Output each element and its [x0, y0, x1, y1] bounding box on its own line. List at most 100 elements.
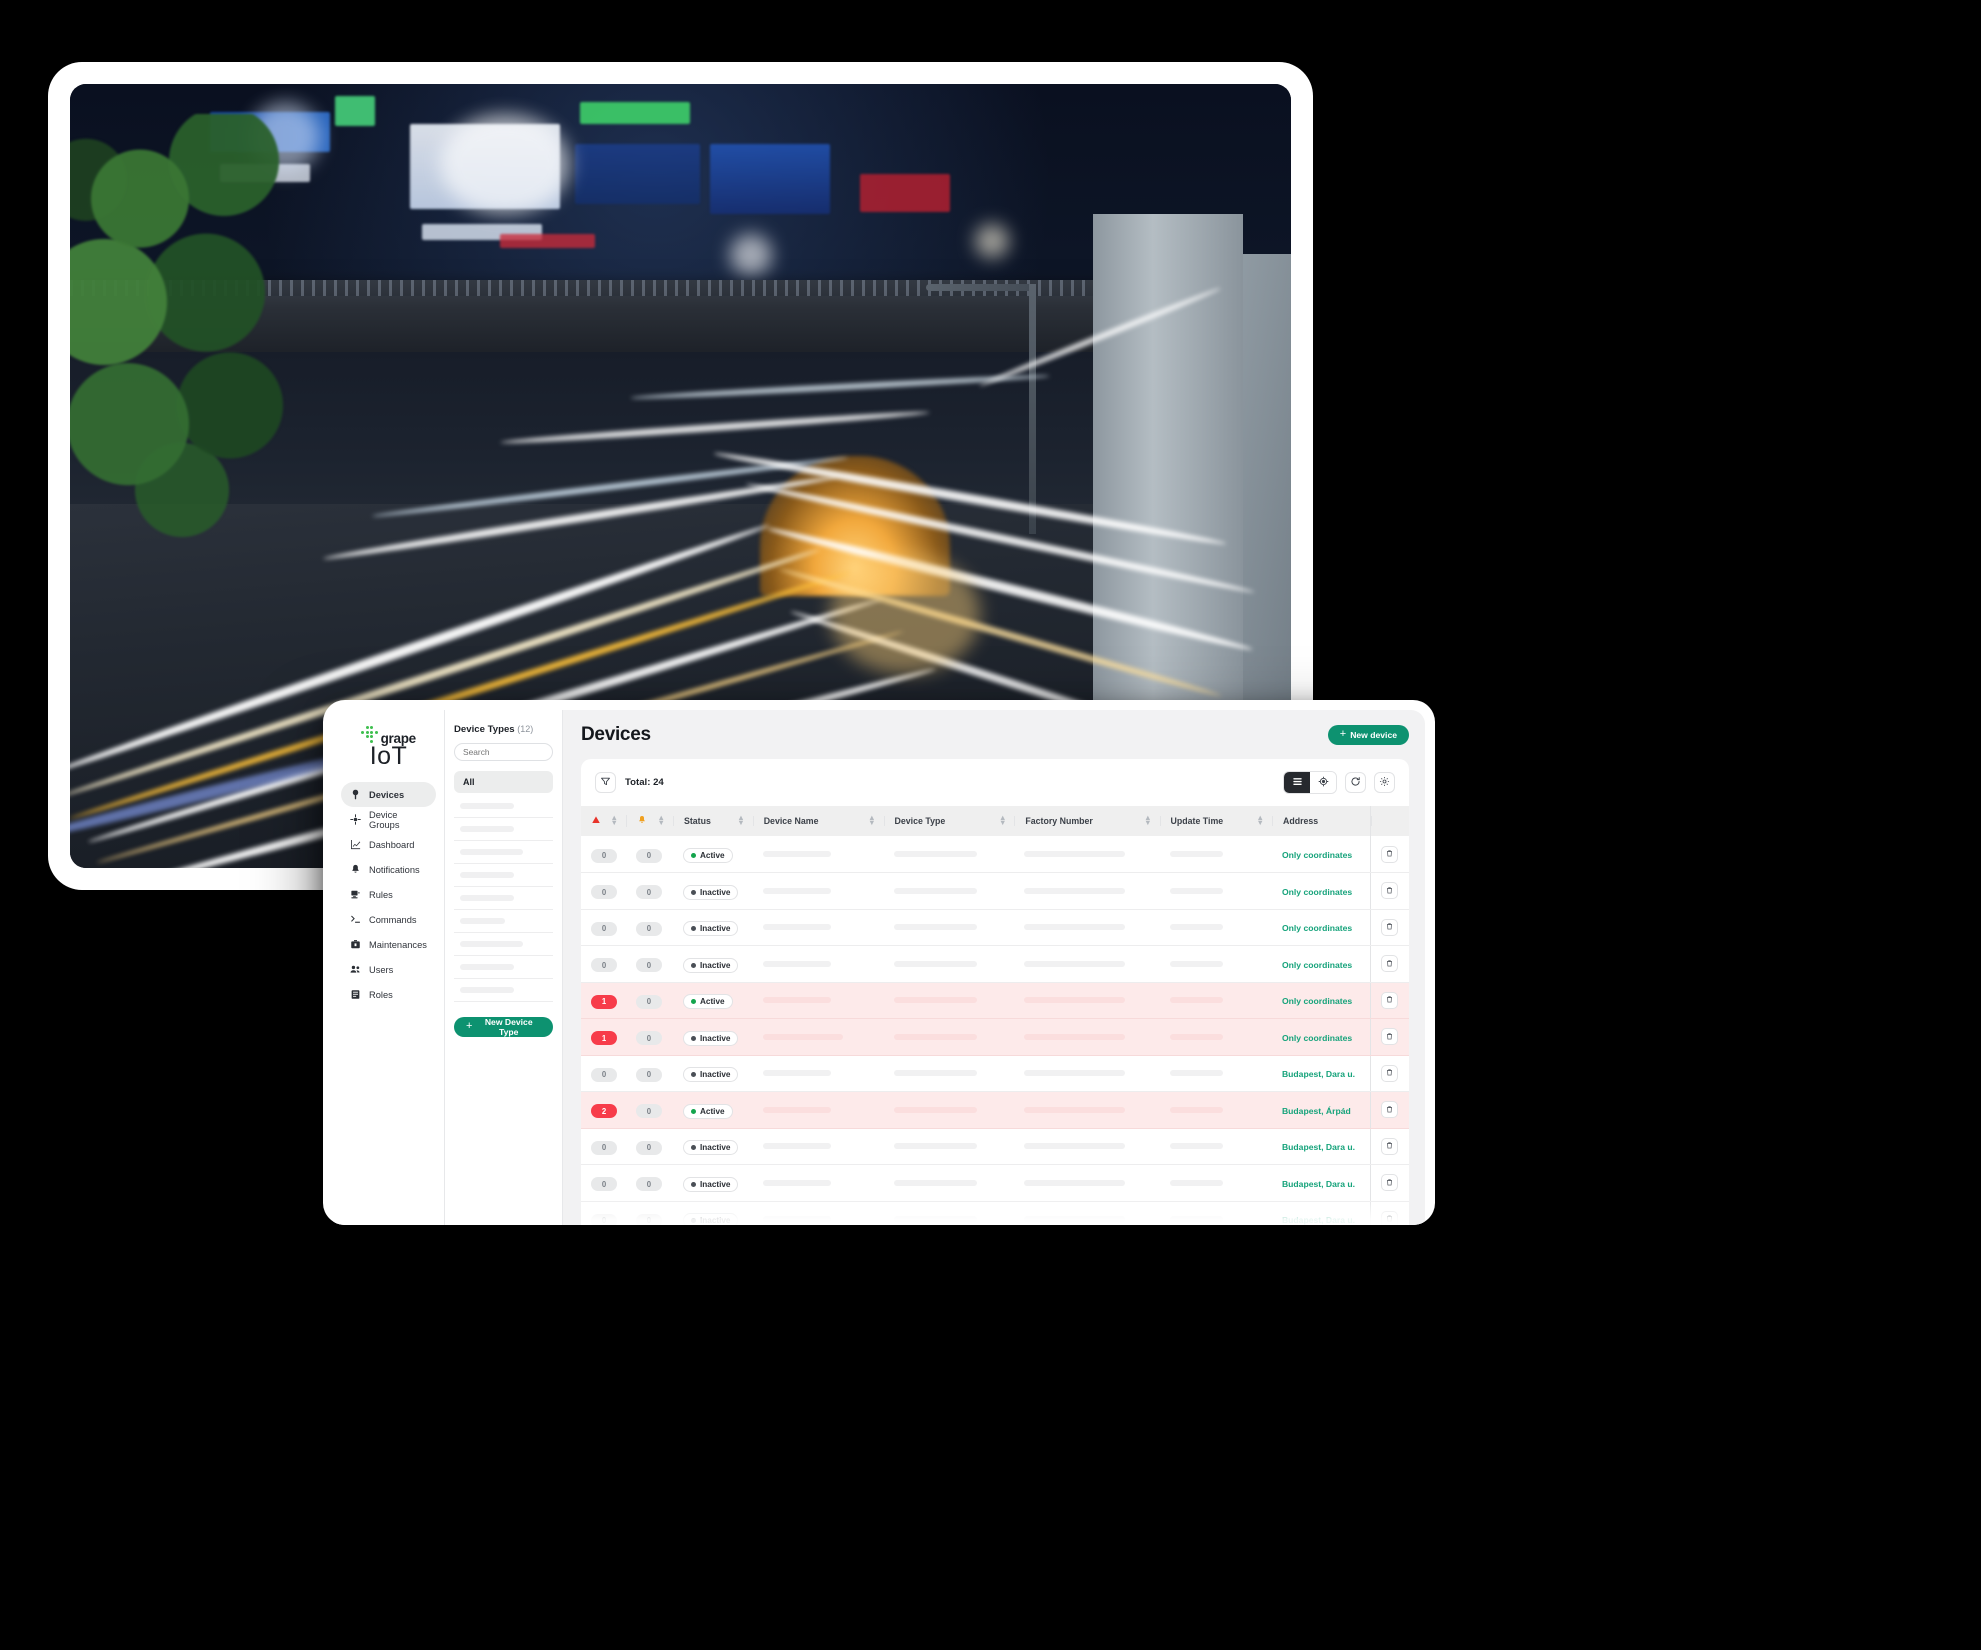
sort-arrows-icon[interactable]: ▲ ▼	[611, 814, 618, 826]
sidebar-item-maintenances[interactable]: Maintenances	[341, 932, 436, 957]
list-item[interactable]	[454, 979, 553, 1002]
update-time-placeholder	[1169, 1070, 1224, 1077]
delete-row-button[interactable]	[1381, 882, 1399, 900]
table-row[interactable]: 0 0 Inactive Budapest, Dara u.	[581, 1128, 1409, 1165]
photo-lamp-arm	[926, 284, 1036, 291]
sidebar-item-rules[interactable]: Rules	[341, 882, 436, 907]
sort-arrows-icon[interactable]: ▲ ▼	[868, 814, 875, 826]
address-link[interactable]: Budapest, Dara u.	[1282, 1215, 1355, 1225]
device-name-placeholder	[762, 960, 832, 967]
col-device-name-label: Device Name	[763, 816, 819, 826]
list-item[interactable]	[454, 795, 553, 818]
table-row[interactable]: 0 0 Inactive Only coordinates	[581, 909, 1409, 946]
delete-row-button[interactable]	[1381, 955, 1399, 973]
col-update-time[interactable]: Update Time ▲ ▼	[1159, 806, 1272, 836]
col-warning[interactable]: ▲ ▼	[625, 806, 673, 836]
list-item[interactable]	[454, 933, 553, 956]
col-alarm[interactable]: ▲ ▼	[581, 806, 626, 836]
sidebar-item-commands[interactable]: Commands	[341, 907, 436, 932]
sidebar-item-device-groups[interactable]: Device Groups	[341, 807, 436, 832]
table-row[interactable]: 0 0 Inactive Only coordinates	[581, 872, 1409, 910]
devices-card: Total: 24 ▲ ▼ ▲ ▼ Status ▲ ▼ Device Name…	[581, 759, 1409, 1225]
sort-arrows-icon[interactable]: ▲ ▼	[658, 814, 665, 826]
address-link[interactable]: Only coordinates	[1282, 850, 1352, 860]
delete-row-button[interactable]	[1381, 1137, 1399, 1155]
col-status[interactable]: Status ▲ ▼	[672, 806, 753, 836]
list-item[interactable]	[454, 864, 553, 887]
trash-icon	[1385, 1101, 1394, 1119]
list-view-button[interactable]	[1284, 772, 1310, 793]
sidebar-item-dashboard[interactable]: Dashboard	[341, 832, 436, 857]
table-row[interactable]: 0 0 Active Only coordinates	[581, 836, 1409, 873]
device-name-placeholder	[762, 1070, 832, 1077]
address-link[interactable]: Budapest, Árpád	[1282, 1106, 1351, 1116]
status-dot-icon	[690, 1035, 696, 1041]
delete-row-button[interactable]	[1381, 991, 1399, 1009]
list-item[interactable]	[454, 818, 553, 841]
status-dot-icon	[690, 1181, 696, 1187]
device-types-list: All	[454, 771, 553, 1002]
address-link[interactable]: Only coordinates	[1282, 996, 1352, 1006]
delete-row-button[interactable]	[1381, 1064, 1399, 1082]
device-type-placeholder	[893, 1216, 977, 1223]
delete-row-button[interactable]	[1381, 1210, 1399, 1225]
sort-arrows-icon[interactable]: ▲ ▼	[999, 814, 1006, 826]
col-device-name[interactable]: Device Name ▲ ▼	[752, 806, 884, 836]
status-badge: Inactive	[682, 1213, 739, 1225]
sidebar-item-devices[interactable]: Devices	[341, 782, 436, 808]
warning-count-badge: 0	[635, 848, 662, 863]
device-types-search-input[interactable]	[454, 743, 553, 761]
table-row[interactable]: 2 0 Active Budapest, Árpád	[581, 1091, 1409, 1129]
delete-row-button[interactable]	[1381, 918, 1399, 936]
table-row[interactable]: 0 0 Inactive Budapest, Dara u.	[581, 1164, 1409, 1202]
status-dot-icon	[690, 1072, 696, 1078]
status-dot-icon	[690, 962, 696, 968]
address-link[interactable]: Only coordinates	[1282, 887, 1352, 897]
filter-button[interactable]	[595, 772, 616, 793]
map-view-button[interactable]	[1310, 772, 1336, 793]
new-device-type-button[interactable]: + New Device Type	[454, 1017, 553, 1037]
settings-button[interactable]	[1374, 772, 1395, 793]
delete-row-button[interactable]	[1381, 845, 1399, 863]
address-link[interactable]: Budapest, Dara u.	[1282, 1069, 1355, 1079]
col-factory-number[interactable]: Factory Number ▲ ▼	[1014, 806, 1160, 836]
device-type-all[interactable]: All	[454, 771, 553, 793]
table-row[interactable]: 0 0 Inactive Only coordinates	[581, 945, 1409, 983]
factory-number-placeholder	[1024, 997, 1125, 1004]
table-row[interactable]: 1 0 Active Only coordinates	[581, 982, 1409, 1019]
col-device-type-label: Device Type	[894, 816, 946, 826]
photo-lamp-post	[1029, 284, 1036, 534]
address-link[interactable]: Only coordinates	[1282, 960, 1352, 970]
refresh-button[interactable]	[1345, 772, 1366, 793]
device-name-placeholder	[762, 1033, 843, 1040]
list-item[interactable]	[454, 910, 553, 933]
sidebar-item-users[interactable]: Users	[341, 957, 436, 982]
table-row[interactable]: 0 0 Inactive Budapest, Dara u.	[581, 1201, 1409, 1225]
col-device-type[interactable]: Device Type ▲ ▼	[883, 806, 1015, 836]
device-group-icon	[349, 814, 361, 826]
warning-count-badge: 0	[635, 921, 662, 936]
update-time-placeholder	[1169, 1216, 1224, 1223]
sort-arrows-icon[interactable]: ▲ ▼	[1144, 814, 1151, 826]
list-item[interactable]	[454, 887, 553, 910]
plus-icon: +	[1339, 728, 1347, 740]
address-link[interactable]: Budapest, Dara u.	[1282, 1179, 1355, 1189]
sort-arrows-icon[interactable]: ▲ ▼	[1257, 814, 1264, 826]
sidebar-item-notifications[interactable]: Notifications	[341, 857, 436, 882]
table-row[interactable]: 0 0 Inactive Budapest, Dara u.	[581, 1055, 1409, 1092]
address-link[interactable]: Only coordinates	[1282, 923, 1352, 933]
trash-icon	[1385, 845, 1394, 863]
delete-row-button[interactable]	[1381, 1101, 1399, 1119]
gear-icon	[1379, 774, 1390, 792]
address-link[interactable]: Budapest, Dara u.	[1282, 1142, 1355, 1152]
table-row[interactable]: 1 0 Inactive Only coordinates	[581, 1018, 1409, 1056]
list-item[interactable]	[454, 841, 553, 864]
sidebar-label: Rules	[369, 889, 393, 900]
new-device-button[interactable]: + New device	[1327, 725, 1409, 745]
sort-arrows-icon[interactable]: ▲ ▼	[737, 814, 744, 826]
delete-row-button[interactable]	[1381, 1028, 1399, 1046]
delete-row-button[interactable]	[1381, 1174, 1399, 1192]
sidebar-item-roles[interactable]: Roles	[341, 982, 436, 1007]
list-item[interactable]	[454, 956, 553, 979]
address-link[interactable]: Only coordinates	[1282, 1033, 1352, 1043]
